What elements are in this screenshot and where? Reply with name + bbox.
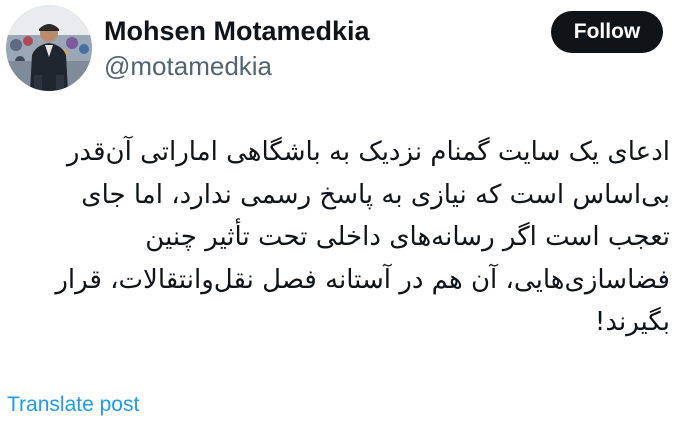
avatar[interactable] [6,5,92,91]
tweet-text-line: فضاسازی‌هایی، آن هم در آستانه فصل نقل‌وا… [55,264,670,295]
author-display-name[interactable]: Mohsen Motamedkia [104,14,370,48]
avatar-photo [6,5,92,91]
tweet-text-line: بگیرند! [594,307,670,337]
follow-button[interactable]: Follow [551,11,663,53]
author-handle[interactable]: @motamedkia [104,50,272,82]
tweet-card: Mohsen Motamedkia @motamedkia Follow ادع… [0,0,700,426]
tweet-text-line: تعجب است اگر رسانه‌های داخلی تحت تأثیر چ… [145,222,670,252]
tweet-text-line: ادعای یک سایت گمنام نزدیک به باشگاهی اما… [66,137,670,167]
tweet-text-line: بی‌اساس است که نیازی به پاسخ رسمی ندارد،… [81,179,670,210]
translate-post-link[interactable]: Translate post [7,392,139,418]
tweet-text: ادعای یک سایت گمنام نزدیک به باشگاهی اما… [10,131,670,344]
